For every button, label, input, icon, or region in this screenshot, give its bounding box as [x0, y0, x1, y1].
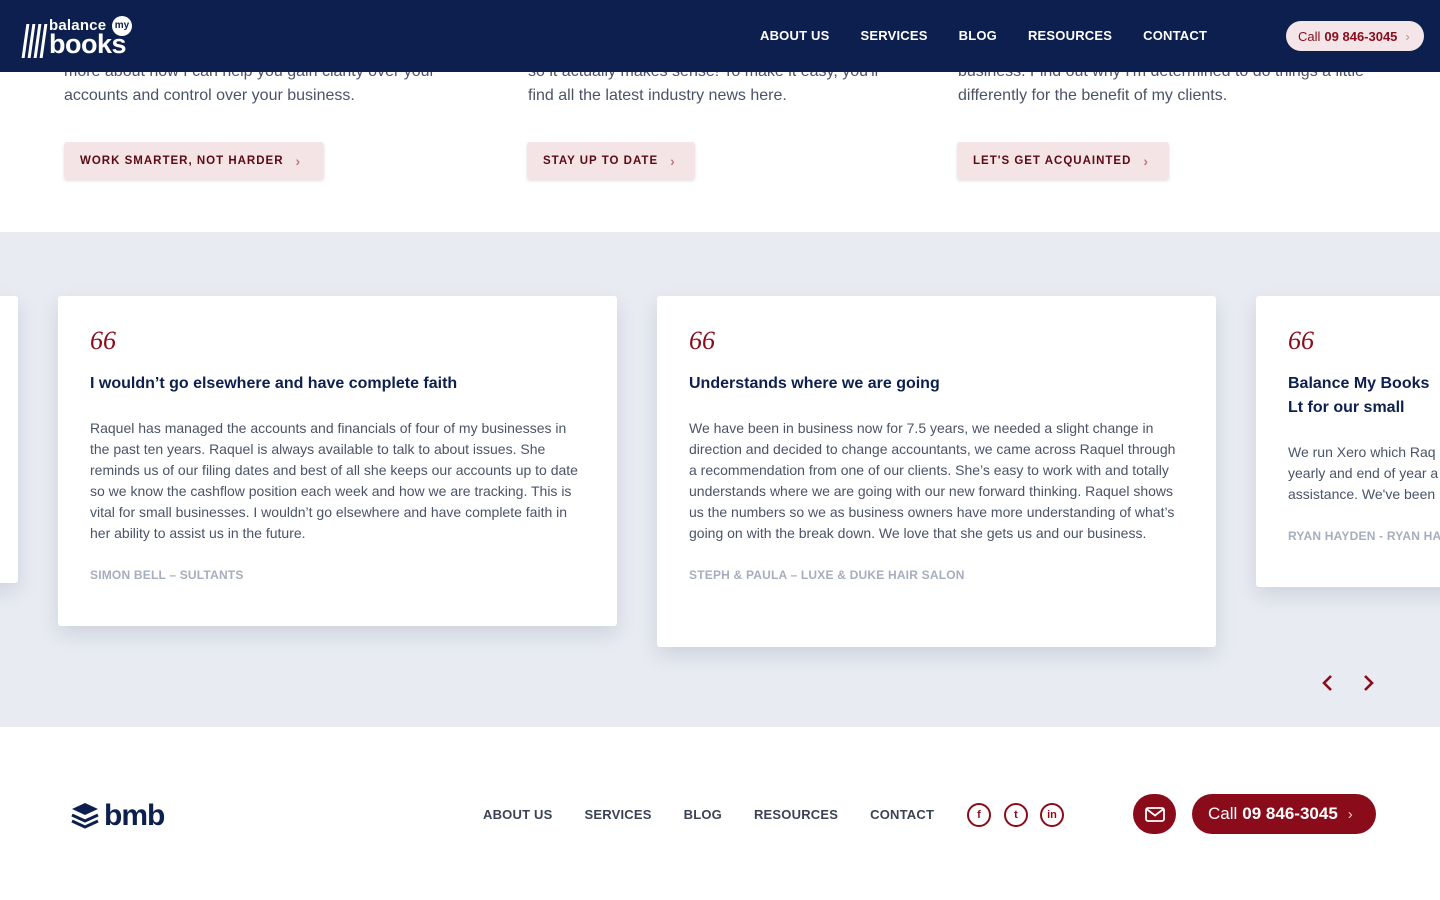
quote-icon: 66 [90, 326, 116, 355]
nav-contact[interactable]: CONTACT [1143, 28, 1207, 43]
site-footer: bmb ABOUT US SERVICES BLOG RESOURCES CON… [0, 727, 1440, 900]
chevron-right-icon: › [1143, 152, 1150, 169]
linkedin-icon[interactable]: in [1040, 803, 1064, 827]
cta-label: LET'S GET ACQUAINTED [973, 154, 1132, 167]
testimonial-author: SIMON BELL – SULTANTS [90, 568, 244, 582]
email-button[interactable] [1133, 794, 1176, 834]
header-call-prefix: Call [1298, 28, 1321, 44]
logo-bottom-text: books [49, 29, 127, 59]
chevron-right-icon: › [1405, 28, 1410, 44]
envelope-icon [1144, 806, 1165, 822]
testimonial-body: We have been in business now for 7.5 yea… [689, 420, 1176, 541]
nav-resources[interactable]: RESOURCES [1028, 28, 1112, 43]
footer-logo[interactable]: bmb [70, 799, 165, 833]
footer-call-prefix: Call [1208, 804, 1238, 823]
testimonial-body: Raquel has managed the accounts and fina… [90, 420, 578, 541]
footer-nav-resources[interactable]: RESOURCES [754, 807, 838, 822]
cta-label: STAY UP TO DATE [543, 154, 659, 167]
chevron-right-icon: › [670, 152, 676, 169]
testimonials-section: 66 I wouldn’t go elsewhere and have comp… [0, 232, 1440, 727]
nav-blog[interactable]: BLOG [959, 28, 997, 43]
intro-columns: more about how I can help you gain clari… [0, 50, 1440, 232]
balance-my-books-logo[interactable]: balance books my [21, 16, 133, 59]
stacked-books-icon [71, 803, 99, 829]
footer-call-number: 09 846-3045 [1242, 804, 1338, 823]
testimonial-body: We run Xero which Raq yearly and end of … [1288, 444, 1439, 502]
footer-nav: ABOUT US SERVICES BLOG RESOURCES CONTACT [483, 807, 934, 822]
logo-bars-icon [21, 24, 48, 58]
cta-label: WORK SMARTER, NOT HARDER [80, 154, 284, 167]
testimonial-title: Understands where we are going [689, 375, 940, 392]
footer-nav-blog[interactable]: BLOG [684, 807, 722, 822]
get-acquainted-button[interactable]: LET'S GET ACQUAINTED › [957, 142, 1169, 179]
site-header: balance books my ABOUT US SERVICES BLOG … [0, 0, 1440, 72]
footer-call-button[interactable]: Call 09 846-3045 › [1192, 794, 1376, 834]
testimonial-title: I wouldn’t go elsewhere and have complet… [90, 375, 458, 392]
testimonial-author: STEPH & PAULA – LUXE & DUKE HAIR SALON [689, 568, 965, 582]
quote-icon: 66 [689, 326, 715, 355]
testimonial-card: 66 I wouldn’t go elsewhere and have comp… [58, 296, 617, 626]
header-call-button[interactable]: Call 09 846-3045 › [1286, 21, 1424, 51]
testimonial-card-next: 66 Balance My Books Lt for our small bus… [1256, 296, 1440, 587]
chevron-right-icon: › [1347, 805, 1353, 823]
testimonial-card: 66 Understands where we are going We hav… [657, 296, 1216, 647]
facebook-icon[interactable]: f [967, 803, 991, 827]
testimonial-author: RYAN HAYDEN - RYAN HA [1288, 529, 1440, 543]
footer-nav-about-us[interactable]: ABOUT US [483, 807, 553, 822]
chevron-left-icon[interactable] [1321, 674, 1335, 696]
footer-nav-services[interactable]: SERVICES [585, 807, 652, 822]
testimonial-card-previous [0, 296, 18, 583]
nav-services[interactable]: SERVICES [861, 28, 928, 43]
work-smarter-button[interactable]: WORK SMARTER, NOT HARDER › [64, 142, 324, 179]
nav-about-us[interactable]: ABOUT US [760, 28, 830, 43]
chevron-right-icon: › [295, 152, 302, 169]
twitter-icon[interactable]: t [1004, 803, 1028, 827]
logo-my-badge: my [112, 16, 133, 36]
quote-icon: 66 [1288, 326, 1314, 355]
chevron-right-icon[interactable] [1361, 674, 1375, 696]
footer-nav-contact[interactable]: CONTACT [870, 807, 934, 822]
main-nav: ABOUT US SERVICES BLOG RESOURCES CONTACT [760, 28, 1207, 43]
stay-up-to-date-button[interactable]: STAY UP TO DATE › [527, 142, 695, 179]
testimonial-title: Balance My Books Lt for our small busine [1288, 375, 1430, 416]
header-call-number: 09 846-3045 [1324, 28, 1398, 44]
footer-logo-text: bmb [104, 799, 165, 832]
